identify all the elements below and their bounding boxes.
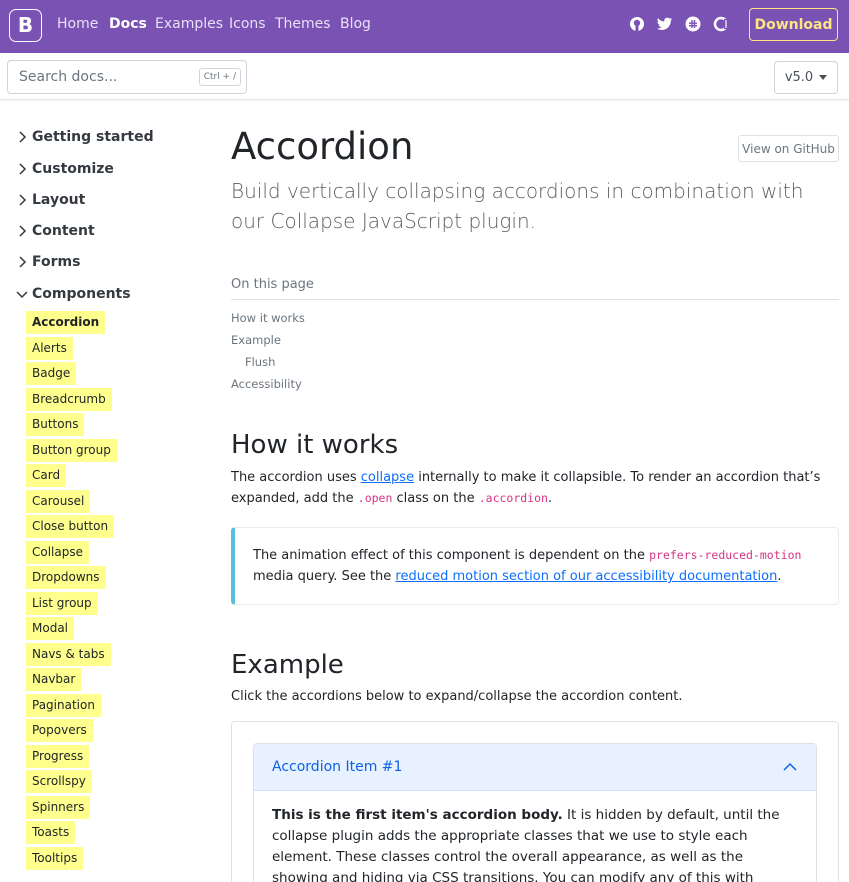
sidebar-item-card[interactable]: Card: [26, 464, 67, 487]
chevron-right-icon: [19, 225, 27, 237]
download-button[interactable]: Download: [749, 8, 838, 41]
callout-text: The animation effect of this component i…: [253, 545, 823, 587]
sidebar-group-content[interactable]: Content: [14, 223, 95, 239]
sidebar-item-pagination[interactable]: Pagination: [26, 694, 101, 717]
reduced-motion-link[interactable]: reduced motion section of our accessibil…: [395, 569, 777, 584]
sidebar-item-breadcrumb[interactable]: Breadcrumb: [26, 388, 112, 411]
collapse-link[interactable]: collapse: [361, 470, 414, 485]
section-heading-example: Example: [231, 650, 344, 680]
sidebar-item-navbar[interactable]: Navbar: [26, 668, 82, 691]
accordion-header-button[interactable]: Accordion Item #1: [254, 744, 816, 791]
view-on-github-button[interactable]: View on GitHub: [738, 135, 839, 162]
example-intro: Click the accordions below to expand/col…: [231, 689, 683, 704]
top-navbar: B Home Docs Examples Icons Themes Blog D…: [0, 0, 849, 53]
text: The animation effect of this component i…: [253, 548, 650, 563]
sidebar-group-layout[interactable]: Layout: [14, 192, 85, 208]
docs-subnav: Search docs... Ctrl + / v5.0: [0, 53, 849, 100]
slack-icon[interactable]: [684, 15, 702, 33]
example-container: Accordion Item #1 This is the first item…: [231, 721, 839, 882]
sidebar-item-buttons[interactable]: Buttons: [26, 413, 85, 436]
sidebar-item-collapse[interactable]: Collapse: [26, 541, 89, 564]
sidebar-item-dropdowns[interactable]: Dropdowns: [26, 566, 106, 589]
accordion-body-strong: This is the first item's accordion body.: [272, 807, 563, 823]
opencollective-icon[interactable]: [712, 15, 730, 33]
caret-down-icon: [819, 75, 828, 80]
inline-code: .accordion: [478, 491, 548, 505]
sidebar-group-getting-started[interactable]: Getting started: [14, 129, 154, 145]
nav-themes[interactable]: Themes: [275, 16, 331, 32]
version-dropdown[interactable]: v5.0: [774, 61, 838, 94]
text: .: [547, 491, 553, 506]
search-placeholder: Search docs...: [19, 69, 118, 85]
chevron-right-icon: [19, 194, 27, 206]
sidebar-item-tooltips[interactable]: Tooltips: [26, 847, 84, 870]
nav-docs[interactable]: Docs: [109, 16, 147, 32]
sidebar-group-label: Forms: [32, 254, 81, 270]
github-icon[interactable]: [628, 15, 646, 33]
sidebar-item-badge[interactable]: Badge: [26, 362, 77, 385]
chevron-right-icon: [19, 131, 27, 143]
sidebar-group-customize[interactable]: Customize: [14, 161, 114, 177]
sidebar-item-progress[interactable]: Progress: [26, 745, 90, 768]
sidebar-group-label: Components: [32, 286, 131, 302]
accordion-header-label: Accordion Item #1: [272, 759, 403, 775]
search-input[interactable]: Search docs... Ctrl + /: [7, 60, 247, 94]
twitter-icon[interactable]: [656, 15, 674, 33]
sidebar-item-button-group[interactable]: Button group: [26, 439, 117, 462]
search-shortcut: Ctrl + /: [198, 68, 241, 86]
text: .: [777, 569, 782, 584]
page-lead: Build vertically collapsing accordions i…: [231, 179, 804, 233]
text: The accordion uses: [231, 470, 361, 485]
sidebar-item-spinners[interactable]: Spinners: [26, 796, 91, 819]
sidebar-group-label: Content: [32, 223, 95, 239]
nav-blog[interactable]: Blog: [340, 16, 371, 32]
text: media query. See the: [253, 569, 396, 584]
chevron-right-icon: [19, 256, 27, 268]
how-it-works-paragraph: The accordion uses collapse internally t…: [231, 467, 821, 509]
inline-code: .open: [357, 491, 393, 505]
page-title: Accordion: [231, 125, 414, 168]
sidebar-item-popovers[interactable]: Popovers: [26, 719, 93, 742]
chevron-right-icon: [19, 163, 27, 175]
sidebar-item-close-button[interactable]: Close button: [26, 515, 115, 538]
sidebar-group-label: Getting started: [32, 129, 154, 145]
nav-examples[interactable]: Examples: [155, 16, 223, 32]
accordion-body: This is the first item's accordion body.…: [254, 791, 816, 882]
inline-code: prefers-reduced-motion: [649, 548, 802, 562]
info-callout: The animation effect of this component i…: [231, 527, 839, 605]
sidebar-group-components[interactable]: Components: [14, 286, 131, 302]
sidebar-item-accordion[interactable]: Accordion: [26, 311, 106, 334]
text: class on the: [392, 491, 479, 506]
chevron-down-icon: [16, 291, 28, 299]
sidebar-item-modal[interactable]: Modal: [26, 617, 74, 640]
sidebar-group-label: Customize: [32, 161, 114, 177]
toc-title: On this page: [231, 277, 314, 292]
brand-logo[interactable]: B: [9, 9, 42, 42]
toc-link-accessibility[interactable]: Accessibility: [231, 377, 302, 391]
toc-link-example[interactable]: Example: [231, 333, 281, 347]
nav-icons[interactable]: Icons: [229, 16, 266, 32]
chevron-up-icon: [783, 762, 797, 771]
toc-link-how-it-works[interactable]: How it works: [231, 311, 305, 325]
section-heading-how-it-works: How it works: [231, 430, 399, 460]
nav-home[interactable]: Home: [57, 16, 98, 32]
version-label: v5.0: [784, 70, 814, 85]
sidebar-item-toasts[interactable]: Toasts: [26, 821, 76, 844]
toc-divider: [231, 299, 839, 300]
sidebar-group-label: Layout: [32, 192, 86, 208]
sidebar-group-forms[interactable]: Forms: [14, 254, 80, 270]
toc-link-flush[interactable]: Flush: [245, 355, 275, 369]
sidebar-item-navs-tabs[interactable]: Navs & tabs: [26, 643, 111, 666]
accordion-item: Accordion Item #1 This is the first item…: [253, 743, 817, 882]
sidebar-item-list-group[interactable]: List group: [26, 592, 98, 615]
sidebar-item-alerts[interactable]: Alerts: [26, 337, 73, 360]
sidebar-item-scrollspy[interactable]: Scrollspy: [26, 770, 92, 793]
sidebar-item-carousel[interactable]: Carousel: [26, 490, 91, 513]
